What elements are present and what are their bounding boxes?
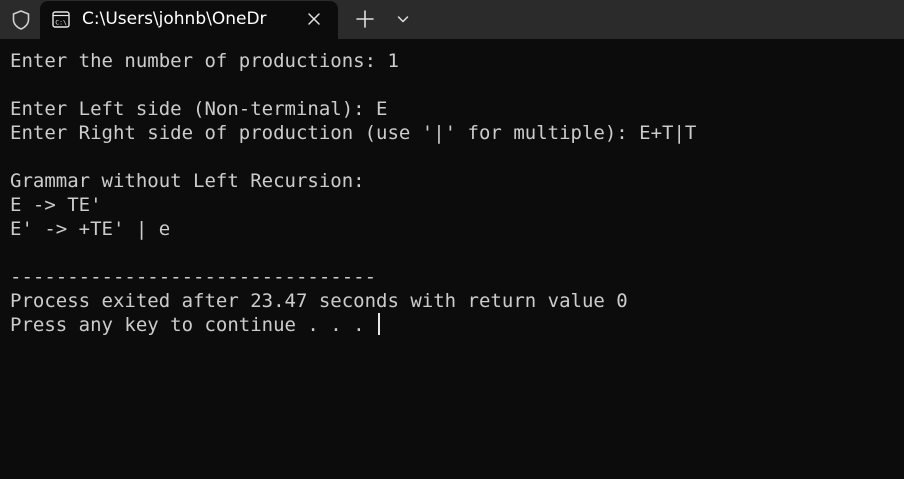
plus-icon[interactable] [352,6,378,32]
terminal-line: E -> TE' [10,194,102,216]
terminal-line-text: Press any key to continue . . . [10,314,377,336]
text-cursor [378,313,381,335]
chevron-down-icon[interactable] [392,8,414,30]
terminal-output[interactable]: Enter the number of productions: 1 Enter… [10,49,894,337]
terminal-icon: C:\ [52,11,70,28]
title-bar: C:\ C:\Users\johnb\OneDr [0,0,904,39]
tab-terminal[interactable]: C:\ C:\Users\johnb\OneDr [40,1,338,39]
terminal-line: -------------------------------- [10,266,377,288]
terminal-prompt-line: Press any key to continue . . . [10,313,894,337]
tab-title: C:\Users\johnb\OneDr [82,9,267,29]
terminal-line: Process exited after 23.47 seconds with … [10,290,628,312]
terminal-line: Enter the number of productions: 1 [10,50,399,72]
terminal-line: E' -> +TE' | e [10,218,171,240]
terminal-line: Grammar without Left Recursion: [10,170,365,192]
shield-icon[interactable] [10,9,32,31]
terminal-window: C:\ C:\Users\johnb\OneDr Enter the numbe… [0,0,904,479]
svg-text:C:\: C:\ [55,18,67,26]
terminal-line: Enter Right side of production (use '|' … [10,122,697,144]
close-icon[interactable] [302,7,326,31]
terminal-line: Enter Left side (Non-terminal): E [10,98,388,120]
